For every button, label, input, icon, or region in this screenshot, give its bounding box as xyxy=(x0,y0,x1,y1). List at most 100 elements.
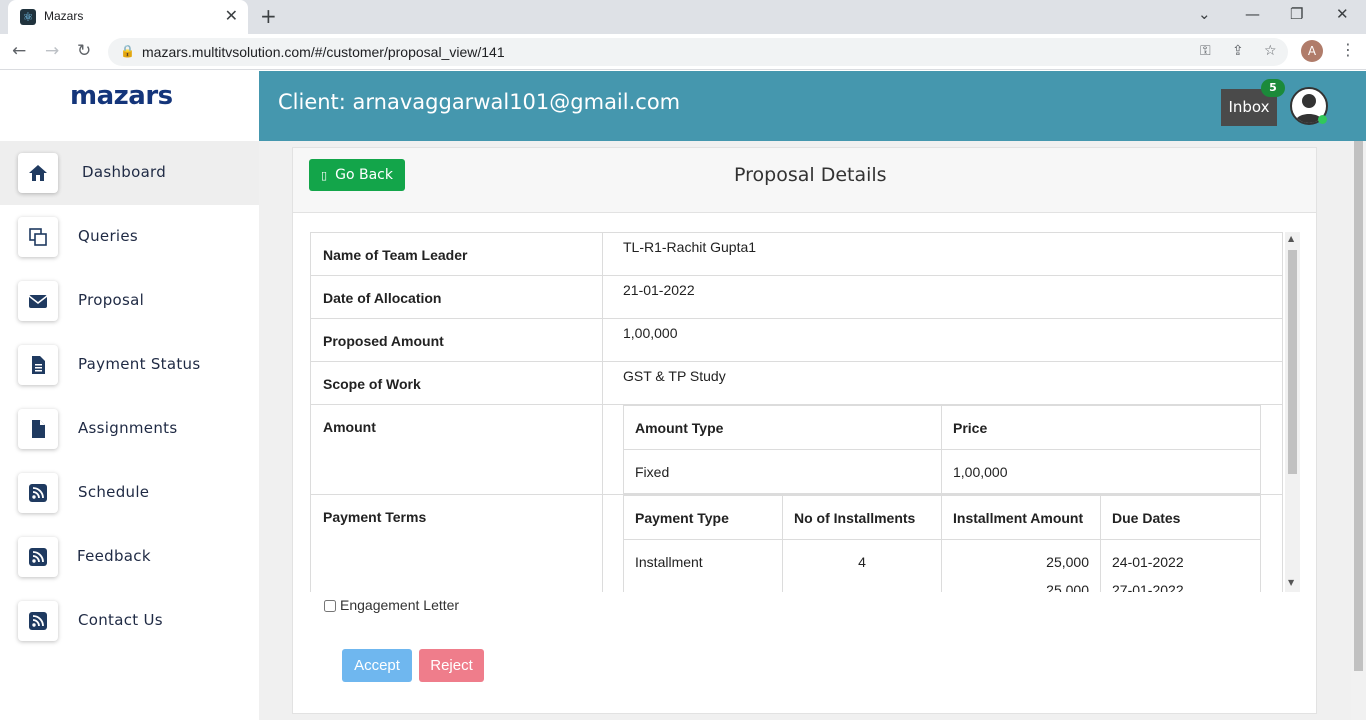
table-header-row: Payment Type No of Installments Installm… xyxy=(623,495,1261,540)
row-label: Name of Team Leader xyxy=(310,232,603,276)
table-cell: Fixed xyxy=(623,449,942,494)
close-window-icon[interactable]: ✕ xyxy=(1336,5,1349,23)
page-title: Proposal Details xyxy=(734,164,887,186)
row-value: GST & TP Study xyxy=(602,361,1283,405)
sidebar-item-label: Queries xyxy=(78,227,139,245)
sidebar-item-dashboard[interactable]: Dashboard xyxy=(0,141,259,205)
accept-button[interactable]: Accept xyxy=(342,649,412,682)
engagement-letter-option[interactable]: Engagement Letter xyxy=(324,597,459,613)
go-back-label: Go Back xyxy=(335,167,393,183)
sidebar-item-queries[interactable]: Queries xyxy=(0,205,259,269)
lock-icon[interactable]: 🔒 xyxy=(120,44,135,58)
page-scrollbar[interactable] xyxy=(1351,141,1366,720)
card-header: ▯ Go Back Proposal Details xyxy=(293,148,1316,213)
column-header: Payment Type xyxy=(623,495,783,540)
engagement-letter-label: Engagement Letter xyxy=(340,597,460,613)
rss-icon xyxy=(29,484,47,502)
reload-icon[interactable]: ↻ xyxy=(77,41,91,61)
table-cell: 25,000 25,000 xyxy=(941,539,1101,592)
sidebar-item-label: Schedule xyxy=(78,483,150,501)
home-icon xyxy=(29,165,47,181)
column-header: Price xyxy=(941,405,1261,450)
row-label: Payment Terms xyxy=(310,494,603,592)
row-value: Payment Type No of Installments Installm… xyxy=(602,494,1283,592)
browser-toolbar: ← → ↻ 🔒 mazars.multitvsolution.com/#/cus… xyxy=(0,34,1366,70)
reject-button[interactable]: Reject xyxy=(419,649,484,682)
column-header: Installment Amount xyxy=(941,495,1101,540)
sidebar-item-label: Assignments xyxy=(78,419,178,437)
restore-icon[interactable]: ❐ xyxy=(1290,5,1303,23)
table-row: Date of Allocation 21-01-2022 xyxy=(310,275,1283,319)
column-header: Amount Type xyxy=(623,405,942,450)
browser-tab[interactable]: ⚛ Mazars ✕ xyxy=(8,0,248,34)
table-scroll-thumb[interactable] xyxy=(1288,250,1297,474)
go-back-button[interactable]: ▯ Go Back xyxy=(309,159,405,191)
sidebar: mazars Dashboard Queries Proposal Paymen… xyxy=(0,71,259,720)
react-favicon-icon: ⚛ xyxy=(20,9,36,25)
url-text[interactable]: mazars.multitvsolution.com/#/customer/pr… xyxy=(142,44,505,60)
due-date: 27-01-2022 xyxy=(1112,582,1184,592)
mazars-logo[interactable]: mazars xyxy=(70,81,173,111)
nav-icon-box xyxy=(18,153,58,193)
table-row: Amount Amount Type Price Fixed 1,00,000 xyxy=(310,404,1283,495)
sidebar-item-label: Dashboard xyxy=(82,163,167,181)
browser-tab-bar: ⚛ Mazars ✕ + ⌄ — ❐ ✕ xyxy=(0,0,1366,34)
nav-icon-box xyxy=(18,281,58,321)
row-value: 1,00,000 xyxy=(602,318,1283,362)
row-value: 21-01-2022 xyxy=(602,275,1283,319)
menu-icon[interactable]: ⋮ xyxy=(1340,40,1356,59)
address-bar[interactable]: 🔒 mazars.multitvsolution.com/#/customer/… xyxy=(108,38,1288,66)
sidebar-item-contact-us[interactable]: Contact Us xyxy=(0,589,259,653)
share-icon[interactable]: ⇪ xyxy=(1232,43,1244,59)
details-table-container[interactable]: Name of Team Leader TL-R1-Rachit Gupta1 … xyxy=(310,232,1300,592)
payment-terms-table: Payment Type No of Installments Installm… xyxy=(623,495,1261,592)
inbox-count-badge: 5 xyxy=(1261,79,1285,97)
row-label: Amount xyxy=(310,404,603,495)
online-status-dot xyxy=(1318,115,1327,124)
row-value: Amount Type Price Fixed 1,00,000 xyxy=(602,404,1283,495)
sidebar-item-label: Feedback xyxy=(77,547,151,565)
sidebar-item-proposal[interactable]: Proposal xyxy=(0,269,259,333)
proposal-card: ▯ Go Back Proposal Details Name of Team L… xyxy=(292,147,1317,714)
file-icon xyxy=(32,420,45,438)
sidebar-item-payment-status[interactable]: Payment Status xyxy=(0,333,259,397)
close-tab-icon[interactable]: ✕ xyxy=(225,6,238,25)
sidebar-item-label: Contact Us xyxy=(78,611,163,629)
due-date: 24-01-2022 xyxy=(1112,554,1184,570)
engagement-letter-checkbox[interactable] xyxy=(324,600,336,613)
table-row: Fixed 1,00,000 xyxy=(623,449,1261,494)
tab-search-icon[interactable]: ⌄ xyxy=(1198,5,1211,23)
amount-table: Amount Type Price Fixed 1,00,000 xyxy=(623,405,1261,494)
sidebar-item-assignments[interactable]: Assignments xyxy=(0,397,259,461)
sidebar-item-label: Proposal xyxy=(78,291,145,309)
column-header: No of Installments xyxy=(782,495,942,540)
table-row: Name of Team Leader TL-R1-Rachit Gupta1 xyxy=(310,232,1283,276)
new-tab-icon[interactable]: + xyxy=(260,4,277,28)
rss-icon xyxy=(29,612,47,630)
table-cell: 4 xyxy=(782,539,942,592)
sidebar-item-feedback[interactable]: Feedback xyxy=(0,525,259,589)
copy-icon xyxy=(29,228,47,246)
sidebar-item-schedule[interactable]: Schedule xyxy=(0,461,259,525)
nav-icon-box xyxy=(18,345,58,385)
nav-icon-box xyxy=(18,473,58,513)
installment-amount: 25,000 xyxy=(1046,554,1089,570)
main-content: ▯ Go Back Proposal Details Name of Team L… xyxy=(259,141,1351,720)
client-title: Client: arnavaggarwal101@gmail.com xyxy=(278,90,681,114)
app-header: Client: arnavaggarwal101@gmail.com Inbox… xyxy=(259,71,1366,141)
scroll-up-icon[interactable]: ▲ xyxy=(1288,234,1294,243)
forward-icon[interactable]: → xyxy=(45,41,59,61)
column-header: Due Dates xyxy=(1100,495,1261,540)
profile-avatar[interactable]: A xyxy=(1301,40,1323,62)
key-icon[interactable]: ⚿ xyxy=(1200,43,1211,59)
table-scrollbar[interactable]: ▲ ▼ xyxy=(1285,232,1300,592)
page-scroll-thumb[interactable] xyxy=(1354,141,1363,671)
minimize-icon[interactable]: — xyxy=(1245,5,1260,23)
nav-icon-box xyxy=(18,217,58,257)
bookmark-star-icon[interactable]: ☆ xyxy=(1264,43,1277,59)
table-cell: 24-01-2022 27-01-2022 xyxy=(1100,539,1261,592)
scroll-down-icon[interactable]: ▼ xyxy=(1288,578,1294,587)
nav-icon-box xyxy=(18,537,58,577)
back-icon[interactable]: ← xyxy=(12,41,26,61)
table-cell: Installment xyxy=(623,539,783,592)
